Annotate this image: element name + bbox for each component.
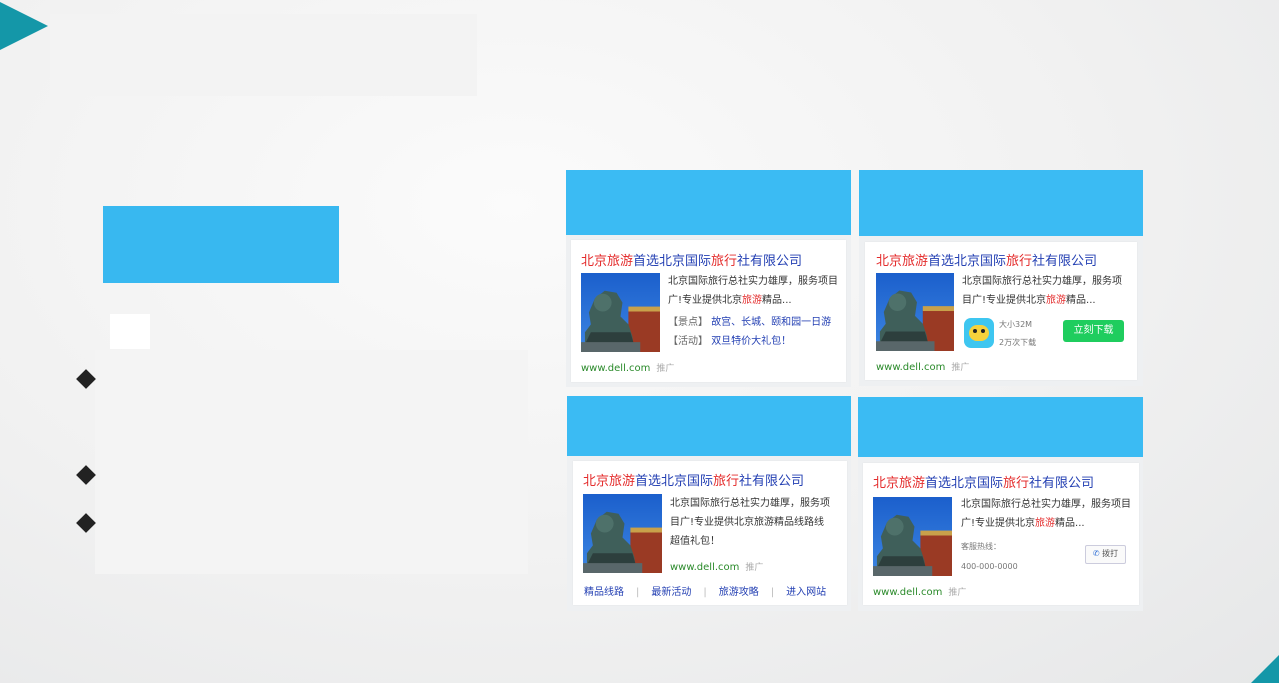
- ad-url[interactable]: www.dell.com 推广: [670, 560, 763, 573]
- ad-description: 北京国际旅行总社实力雄厚，服务项目广!专业提供北京旅游精品...: [961, 499, 1131, 529]
- ad-sitelinks: 精品线路 | 最新活动 | 旅游攻略 | 进入网站: [584, 587, 827, 598]
- ad-spots[interactable]: 【景点】 故宫、长城、颐和园一日游: [668, 313, 831, 332]
- ad-card-4: 北京旅游首选北京国际旅行社有限公司 北京国际旅行总社实力雄厚，服务项目广!专业提…: [863, 463, 1139, 605]
- sitelink[interactable]: 旅游攻略: [719, 587, 759, 598]
- diamond-bullet-icon: [76, 369, 96, 389]
- text-panel: [95, 350, 528, 574]
- ad-card-1-header: [566, 170, 851, 235]
- ad-card-4-header: [858, 397, 1143, 457]
- app-icon[interactable]: [964, 318, 994, 348]
- download-button[interactable]: 立刻下载: [1063, 320, 1124, 342]
- app-downloads: 2万次下载: [999, 338, 1037, 347]
- ad-url[interactable]: www.dell.com 推广: [876, 360, 969, 373]
- ad-card-2: 北京旅游首选北京国际旅行社有限公司 北京国际旅行总社实力雄厚，服务项目广!专业提…: [865, 242, 1137, 380]
- corner-triangle-bottom: [1251, 655, 1279, 683]
- sitelink[interactable]: 精品线路: [584, 587, 624, 598]
- ad-url[interactable]: www.dell.com 推广: [581, 361, 674, 374]
- hotline-label: 客服热线：: [961, 542, 1001, 551]
- ad-description: 北京国际旅行总社实力雄厚，服务项目广!专业提供北京旅游精品...: [962, 276, 1122, 306]
- ad-card-2-header: [859, 170, 1143, 236]
- lion-statue-image[interactable]: [873, 497, 952, 576]
- diamond-bullet-icon: [76, 465, 96, 485]
- sitelink[interactable]: 进入网站: [786, 587, 826, 598]
- ad-title[interactable]: 北京旅游首选北京国际旅行社有限公司: [876, 250, 1097, 269]
- lion-statue-image[interactable]: [583, 494, 662, 573]
- ad-title[interactable]: 北京旅游首选北京国际旅行社有限公司: [583, 470, 804, 489]
- phone-icon: ✆: [1092, 549, 1100, 558]
- app-size: 大小32M: [999, 320, 1033, 329]
- corner-triangle: [0, 2, 48, 50]
- ad-description: 北京国际旅行总社实力雄厚，服务项目广!专业提供北京旅游精品...: [668, 276, 838, 306]
- call-button[interactable]: ✆ 拨打: [1085, 545, 1126, 564]
- ad-card-3-header: [567, 396, 851, 456]
- ad-url[interactable]: www.dell.com 推广: [873, 585, 966, 598]
- white-square: [110, 314, 150, 349]
- ad-card-1: 北京旅游首选北京国际旅行社有限公司 北京国际旅行总社实力雄厚，服务项目广!专业提…: [571, 240, 846, 382]
- blue-block: [103, 206, 339, 283]
- lion-statue-image[interactable]: [876, 273, 954, 351]
- ad-activity[interactable]: 【活动】 双旦特价大礼包！: [668, 332, 791, 351]
- ad-title[interactable]: 北京旅游首选北京国际旅行社有限公司: [873, 472, 1094, 491]
- ad-title[interactable]: 北京旅游首选北京国际旅行社有限公司: [581, 250, 802, 269]
- sitelink[interactable]: 最新活动: [651, 587, 691, 598]
- diamond-bullet-icon: [76, 513, 96, 533]
- call-button-label: 拨打: [1102, 549, 1119, 558]
- ad-description: 北京国际旅行总社实力雄厚，服务项目广!专业提供北京旅游精品线路线超值礼包！: [670, 498, 830, 547]
- title-placeholder: [50, 14, 477, 96]
- hotline-number: 400-000-0000: [961, 562, 1018, 571]
- ad-card-3: 北京旅游首选北京国际旅行社有限公司 北京国际旅行总社实力雄厚，服务项目广!专业提…: [573, 461, 847, 605]
- lion-statue-image[interactable]: [581, 273, 660, 352]
